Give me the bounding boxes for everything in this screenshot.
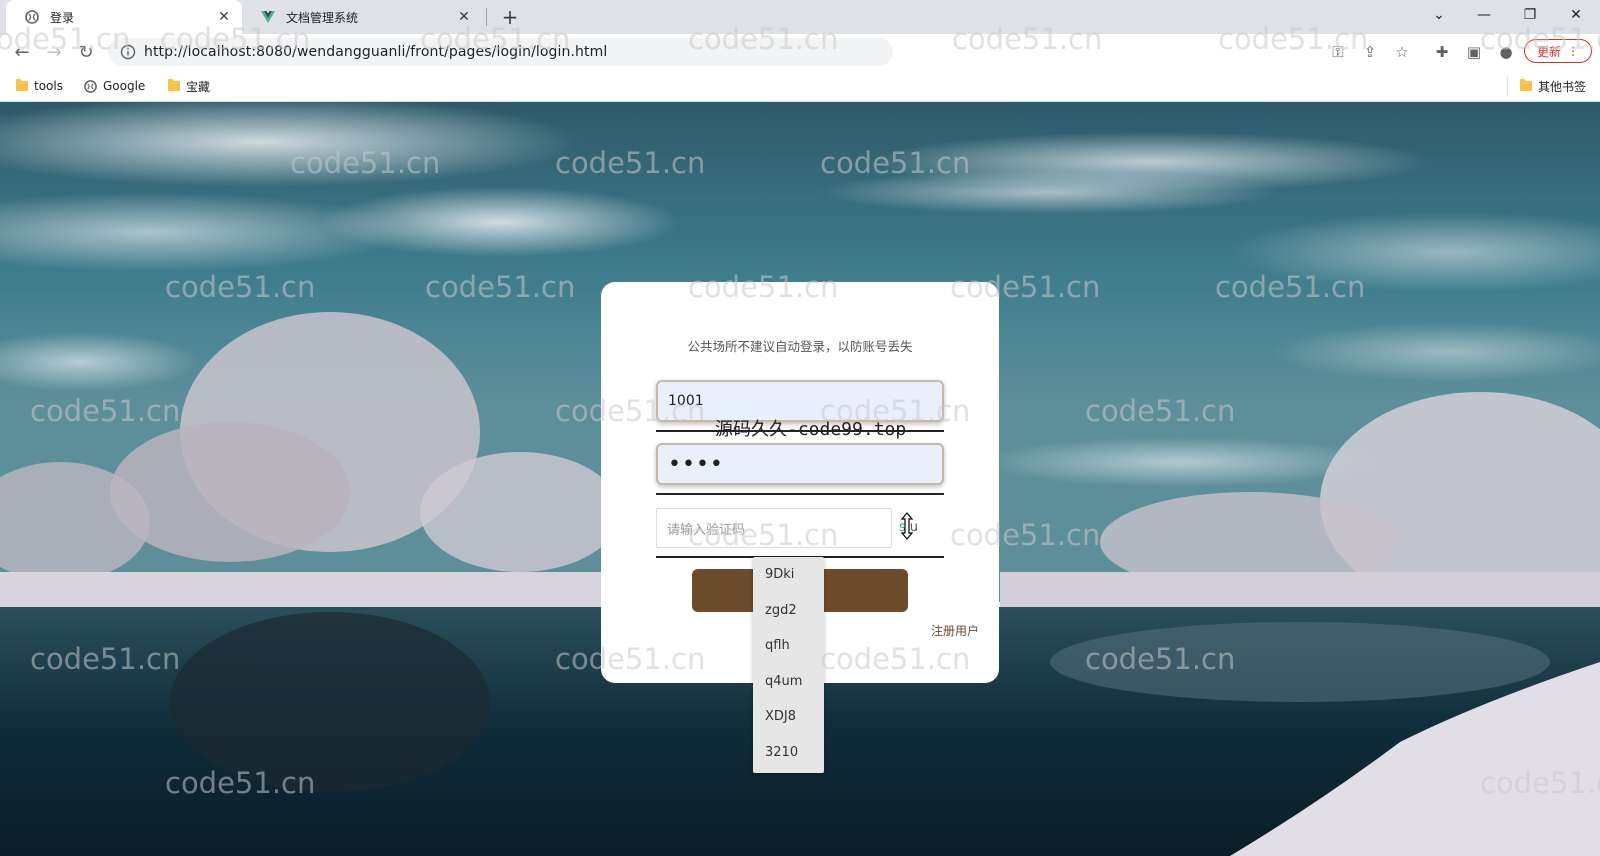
bookmark-google[interactable]: Google [84,76,145,96]
autocomplete-option[interactable]: zgd2 [753,593,824,629]
username-value: 1001 [668,393,704,409]
folder-icon [16,79,28,91]
other-bookmarks[interactable]: 其他书签 [1520,76,1586,96]
close-tab-icon[interactable]: ✕ [454,7,474,27]
bookmark-label: 宝藏 [186,79,211,94]
bookmark-treasure[interactable]: 宝藏 [168,76,210,96]
key-icon[interactable]: ⚿ [1328,42,1348,62]
autocomplete-dropdown: 9Dki zgd2 qflh q4um XDJ8 3210 [753,557,824,773]
divider-line [656,493,944,495]
register-link[interactable]: 注册用户 [931,622,979,639]
resize-cursor-icon [900,512,914,540]
menu-dots-icon: ⋮ [1567,44,1579,58]
minimize-icon[interactable]: — [1462,0,1506,30]
site-info-icon[interactable] [120,44,136,60]
globe-icon [24,9,40,25]
profile-icon[interactable]: ● [1496,42,1516,62]
share-icon[interactable]: ⇪ [1360,42,1380,62]
bookmark-label: tools [34,79,63,93]
tab-title: 文档管理系统 [286,10,359,25]
autocomplete-option[interactable]: XDJ8 [753,699,824,735]
tab-search-icon[interactable]: ⌄ [1417,0,1461,30]
source-overlay-text: 源码久久-code99.top [715,419,907,440]
vue-logo-icon [260,9,276,25]
forward-icon[interactable]: → [40,38,68,66]
close-window-icon[interactable]: ✕ [1554,0,1598,30]
bookmark-divider [1507,76,1508,96]
bookmark-label: Google [103,79,146,93]
update-label: 更新 [1536,44,1561,59]
globe-icon [84,79,97,93]
browser-toolbar: ← → ↻ http://localhost:8080/wendangguanl… [0,34,1600,70]
new-tab-icon[interactable]: + [498,5,522,29]
bookmark-tools[interactable]: tools [16,76,63,96]
autocomplete-option[interactable]: 3210 [753,735,824,771]
page-viewport: 公共场所不建议自动登录，以防账号丢失 1001 •••• 请输入验证码 s u … [0,102,1600,856]
tab-strip: 登录 ✕ 文档管理系统 ✕ + ⌄ — ❐ ✕ [0,0,1600,34]
captcha-input[interactable]: 请输入验证码 [656,508,892,548]
bookmark-star-icon[interactable]: ☆ [1392,42,1412,62]
bookmarks-bar: tools Google 宝藏 其他书签 [0,70,1600,102]
back-icon[interactable]: ← [8,38,36,66]
close-tab-icon[interactable]: ✕ [214,7,234,27]
autocomplete-option[interactable]: q4um [753,664,824,700]
tab-doc-system[interactable]: 文档管理系统 ✕ [242,0,482,34]
reload-icon[interactable]: ↻ [72,38,100,66]
update-button[interactable]: 更新 ⋮ [1524,39,1592,63]
folder-icon [1520,79,1532,91]
other-bookmarks-label: 其他书签 [1538,79,1587,94]
url-text: http://localhost:8080/wendangguanli/fron… [144,44,608,60]
tab-title: 登录 [50,10,75,25]
captcha-placeholder: 请输入验证码 [667,522,746,538]
autocomplete-option[interactable]: qflh [753,628,824,664]
password-value: •••• [668,451,724,477]
maximize-icon[interactable]: ❐ [1508,0,1552,30]
extensions-icon[interactable]: ✚ [1432,42,1452,62]
password-input[interactable]: •••• [656,443,944,485]
side-panel-icon[interactable]: ▣ [1464,42,1484,62]
tab-login[interactable]: 登录 ✕ [6,0,242,34]
auto-login-notice: 公共场所不建议自动登录，以防账号丢失 [687,339,913,354]
folder-icon [168,79,180,91]
address-bar[interactable]: http://localhost:8080/wendangguanli/fron… [108,38,893,66]
tab-divider [486,8,487,26]
autocomplete-option[interactable]: 9Dki [753,557,824,593]
